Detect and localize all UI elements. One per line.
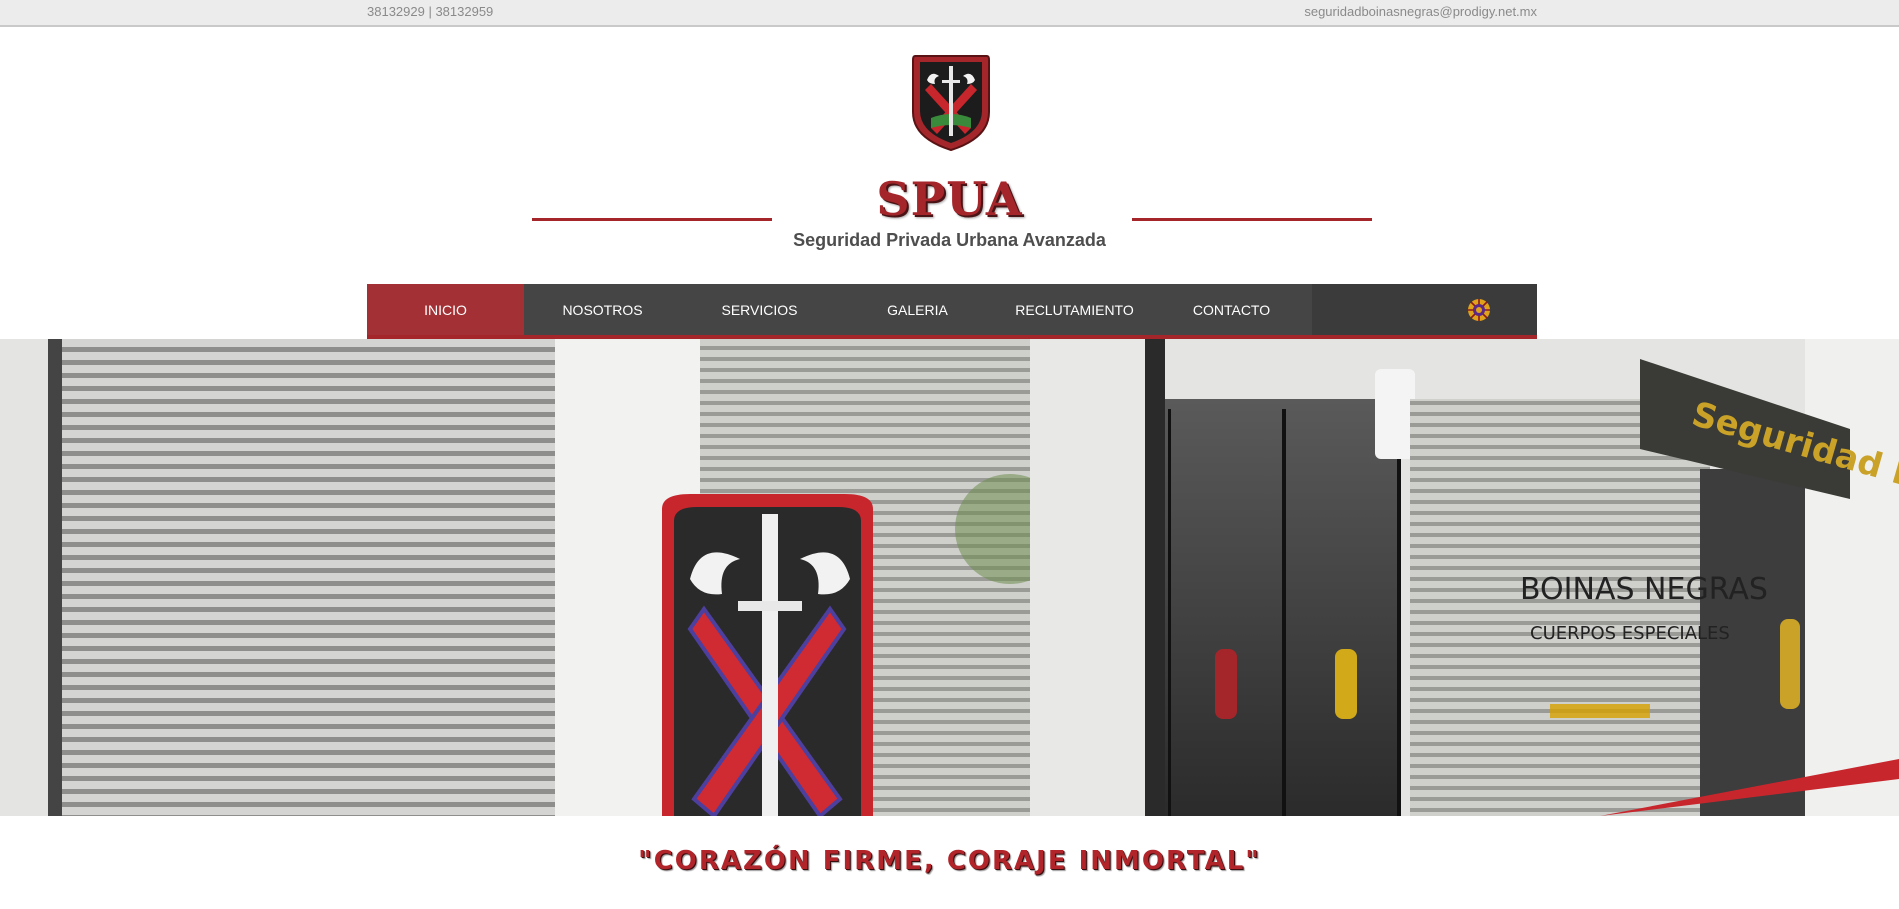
hero-storefront-image: Seguridad Privada BOINAS NEGRAS CUERPOS … — [0, 339, 1899, 816]
site-title: SPUA — [876, 172, 1023, 226]
window-text-boinas: BOINAS NEGRAS — [1520, 572, 1768, 607]
title-rule-right — [1132, 218, 1372, 221]
nav-item-nosotros[interactable]: NOSOTROS — [524, 284, 681, 335]
nav-item-inicio[interactable]: INICIO — [367, 284, 524, 335]
contact-email[interactable]: seguridadboinasnegras@prodigy.net.mx — [1304, 4, 1537, 19]
nav-item-galeria[interactable]: GALERIA — [839, 284, 996, 335]
main-nav: INICIO NOSOTROS SERVICIOS GALERIA RECLUT… — [367, 284, 1537, 339]
nav-item-reclutamiento[interactable]: RECLUTAMIENTO — [996, 284, 1153, 335]
nav-tail — [1312, 284, 1537, 335]
window-text-cuerpos: CUERPOS ESPECIALES — [1530, 623, 1730, 644]
nav-item-contacto[interactable]: CONTACTO — [1153, 284, 1310, 335]
top-contact-bar: 38132929 | 38132959 seguridadboinasnegra… — [0, 0, 1899, 27]
motto-heading: "CORAZÓN FIRME, CORAJE INMORTAL" — [638, 846, 1261, 876]
site-subtitle: Seguridad Privada Urbana Avanzada — [793, 230, 1106, 250]
crest-sword-shield-icon[interactable] — [909, 50, 993, 153]
sun-emblem-icon[interactable] — [1467, 298, 1491, 322]
phone-numbers: 38132929 | 38132959 — [367, 4, 494, 19]
nav-item-servicios[interactable]: SERVICIOS — [681, 284, 838, 335]
